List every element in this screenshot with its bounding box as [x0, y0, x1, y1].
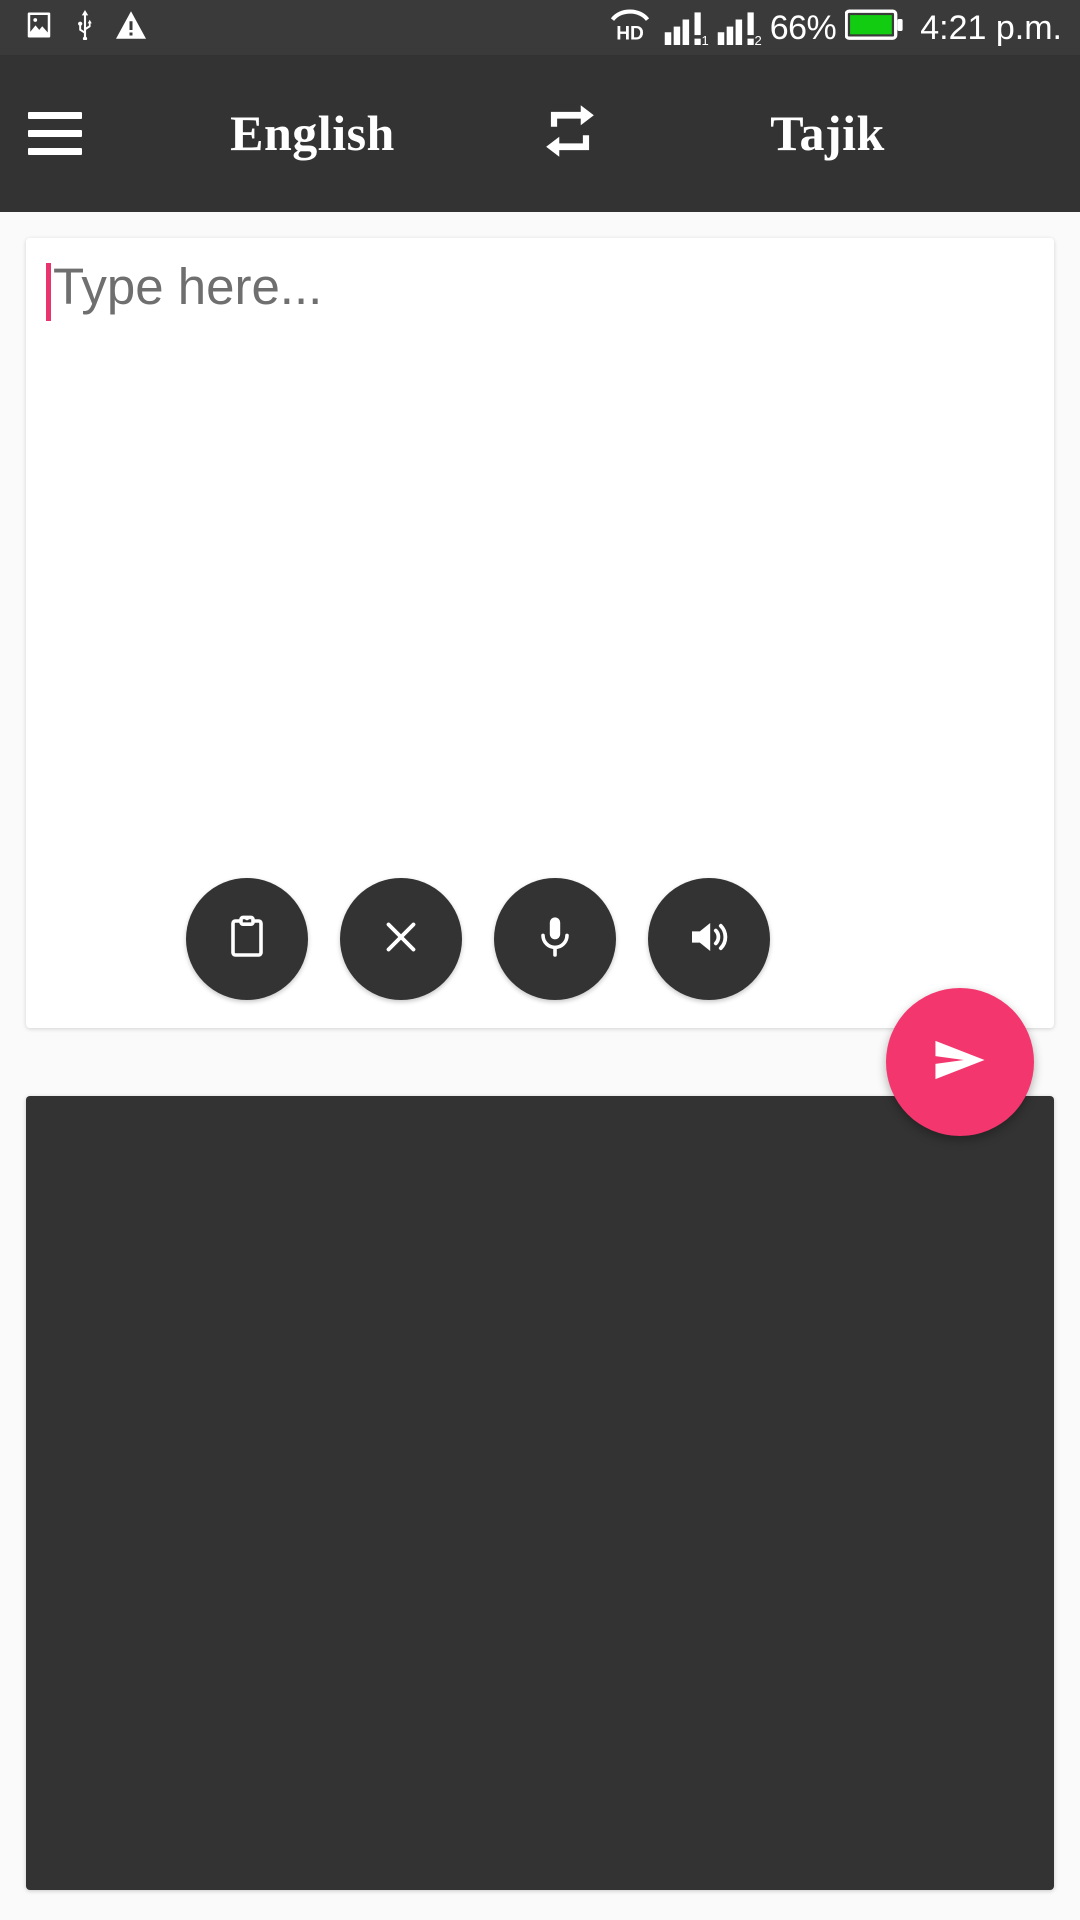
source-language-button[interactable]: English — [110, 55, 495, 212]
battery-icon — [844, 8, 905, 47]
source-actions-row — [186, 878, 770, 1000]
send-paper-plane-icon — [929, 1029, 991, 1096]
sim2-label: 2 — [754, 32, 762, 48]
source-text-card: Type here... — [26, 238, 1054, 1028]
translated-text-card — [26, 1096, 1054, 1890]
paste-button[interactable] — [186, 878, 308, 1000]
hamburger-menu-icon — [28, 112, 82, 155]
target-language-button[interactable]: Tajik — [645, 55, 1080, 212]
battery-percent-label: 66% — [769, 8, 837, 47]
swap-languages-icon — [539, 100, 601, 167]
usb-icon — [72, 10, 98, 45]
app-header-bar: English Tajik — [0, 55, 1080, 212]
speaker-volume-icon — [685, 913, 733, 966]
speak-source-button[interactable] — [648, 878, 770, 1000]
clipboard-paste-icon — [223, 913, 271, 966]
source-input-placeholder: Type here... — [53, 258, 323, 315]
hd-voice-icon: HD — [605, 7, 655, 48]
voice-input-button[interactable] — [494, 878, 616, 1000]
text-cursor — [46, 263, 51, 321]
menu-button[interactable] — [0, 55, 110, 212]
sim1-label: 1 — [701, 32, 709, 48]
close-x-icon — [378, 914, 424, 965]
translate-send-button[interactable] — [886, 988, 1034, 1136]
image-icon — [24, 10, 54, 45]
signal-sim1-icon: 1 — [664, 11, 709, 48]
microphone-icon — [531, 913, 579, 966]
status-bar: HD 1 2 66% 4:21 p.m. — [0, 0, 1080, 55]
svg-text:HD: HD — [616, 24, 644, 43]
source-text-input[interactable]: Type here... — [46, 258, 322, 321]
status-bar-right-icons: HD 1 2 66% 4:21 p.m. — [605, 7, 1062, 48]
clock-label: 4:21 p.m. — [920, 8, 1062, 47]
swap-languages-button[interactable] — [495, 55, 645, 212]
translator-app-screen: HD 1 2 66% 4:21 p.m. English Tajik Type … — [0, 0, 1080, 1920]
warning-icon — [116, 11, 146, 44]
signal-sim2-icon: 2 — [717, 11, 762, 48]
status-bar-left-icons — [24, 10, 146, 45]
clear-button[interactable] — [340, 878, 462, 1000]
